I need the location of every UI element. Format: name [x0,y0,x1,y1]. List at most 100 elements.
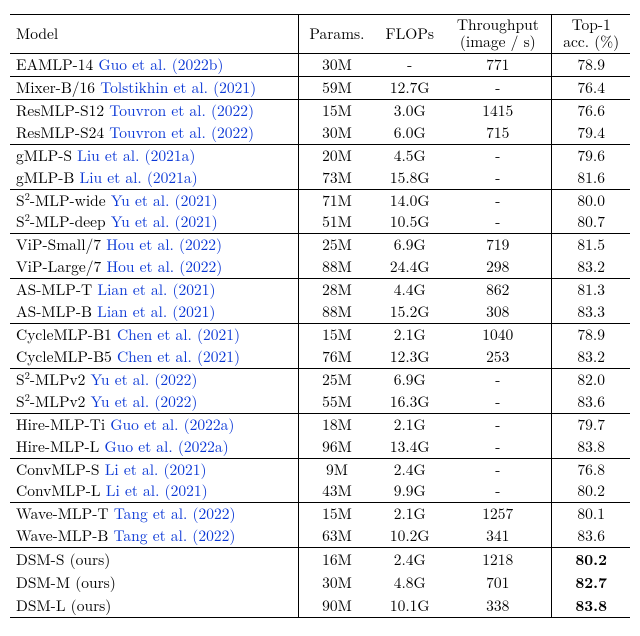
citation-link[interactable]: Yu et al. (2021) [111,190,218,211]
cell-model: ResMLP-S24 Touvron et al. (2022) [10,122,298,144]
cell-top1: 80.2 [552,480,630,502]
table-row: DSM-S (ours)16M2.4G121880.2 [10,548,630,571]
table-row: Wave-MLP-B Tang et al. (2022)63M10.2G341… [10,525,630,547]
cell-throughput: 341 [444,525,552,547]
cell-params: 90M [298,594,375,617]
cell-params: 25M [298,368,375,390]
cell-top1: 78.9 [552,324,630,346]
cell-model: gMLP-B Liu et al. (2021a) [10,167,298,189]
cell-model: CycleMLP-B1 Chen et al. (2021) [10,324,298,346]
cell-flops: 10.5G [375,211,444,233]
table-row: S2-MLPv2 Yu et al. (2022)25M6.9G-82.0 [10,368,630,390]
cell-params: 88M [298,301,375,323]
cell-params: 28M [298,279,375,301]
cell-top1: 82.7 [552,571,630,594]
cell-params: 76M [298,346,375,368]
citation-link[interactable]: Tang et al. (2022) [114,525,236,546]
cell-params: 30M [298,53,375,76]
col-flops-label: FLOPs [385,23,434,44]
cell-throughput: - [444,144,552,166]
cell-flops: 10.2G [375,525,444,547]
citation-link[interactable]: Guo et al. (2022b) [98,54,223,75]
cell-params: 88M [298,256,375,278]
cell-params: 15M [298,99,375,121]
table-row: S2-MLP-deep Yu et al. (2021)51M10.5G-80.… [10,211,630,233]
citation-link[interactable]: Li et al. (2021) [106,480,208,501]
table-row: ResMLP-S12 Touvron et al. (2022)15M3.0G1… [10,99,630,121]
cell-top1: 80.0 [552,189,630,211]
cell-top1: 83.3 [552,301,630,323]
cell-flops: 2.1G [375,413,444,435]
cell-model: Mixer-B/16 Tolstikhin et al. (2021) [10,76,298,99]
cell-top1: 81.5 [552,234,630,256]
cell-flops: 10.1G [375,594,444,617]
citation-link[interactable]: Yu et al. (2022) [91,369,198,390]
col-model: Model [10,15,298,54]
cell-throughput: 719 [444,234,552,256]
cell-top1: 81.3 [552,279,630,301]
col-model-label: Model [16,23,58,44]
cell-throughput: 253 [444,346,552,368]
cell-model: gMLP-S Liu et al. (2021a) [10,144,298,166]
citation-link[interactable]: Touvron et al. (2022) [109,100,254,121]
col-throughput: Throughput (image / s) [444,15,552,54]
citation-link[interactable]: Liu et al. (2021a) [80,167,198,188]
cell-throughput: - [444,211,552,233]
cell-params: 73M [298,167,375,189]
citation-link[interactable]: Guo et al. (2022a) [105,436,229,457]
cell-top1: 79.4 [552,122,630,144]
cell-flops: 6.9G [375,368,444,390]
table-row: AS-MLP-T Lian et al. (2021)28M4.4G86281.… [10,279,630,301]
cell-flops: 13.4G [375,436,444,458]
citation-link[interactable]: Tang et al. (2022) [114,503,236,524]
table-row: DSM-M (ours)30M4.8G70182.7 [10,571,630,594]
cell-params: 59M [298,76,375,99]
citation-link[interactable]: Touvron et al. (2022) [109,122,254,143]
citation-link[interactable]: Yu et al. (2021) [111,211,218,232]
citation-link[interactable]: Tolstikhin et al. (2021) [100,77,256,98]
citation-link[interactable]: Li et al. (2021) [105,459,207,480]
cell-params: 15M [298,324,375,346]
cell-top1: 83.8 [552,594,630,617]
cell-model: AS-MLP-B Lian et al. (2021) [10,301,298,323]
cell-flops: 12.7G [375,76,444,99]
cell-flops: 2.4G [375,458,444,480]
citation-link[interactable]: Yu et al. (2022) [91,391,198,412]
cell-top1: 80.7 [552,211,630,233]
cell-flops: 15.8G [375,167,444,189]
cell-throughput: 715 [444,122,552,144]
cell-top1: 78.9 [552,53,630,76]
citation-link[interactable]: Hou et al. (2022) [106,256,222,277]
cell-model: Wave-MLP-B Tang et al. (2022) [10,525,298,547]
table-body: EAMLP-14 Guo et al. (2022b)30M-77178.9Mi… [10,53,630,617]
cell-throughput: 701 [444,571,552,594]
table-row: S2-MLPv2 Yu et al. (2022)55M16.3G-83.6 [10,391,630,413]
table-row: ConvMLP-S Li et al. (2021)9M2.4G-76.8 [10,458,630,480]
col-throughput-l2: (image / s) [460,31,536,52]
citation-link[interactable]: Chen et al. (2021) [117,346,240,367]
table-row: Mixer-B/16 Tolstikhin et al. (2021)59M12… [10,76,630,99]
citation-link[interactable]: Guo et al. (2022a) [110,414,234,435]
cell-params: 51M [298,211,375,233]
results-table: Model Params. FLOPs Throughput (image / … [10,14,630,618]
citation-link[interactable]: Chen et al. (2021) [117,324,240,345]
cell-top1: 83.8 [552,436,630,458]
cell-flops: - [375,53,444,76]
cell-model: ResMLP-S12 Touvron et al. (2022) [10,99,298,121]
cell-params: 25M [298,234,375,256]
cell-top1: 79.7 [552,413,630,435]
cell-throughput: - [444,189,552,211]
cell-throughput: 1040 [444,324,552,346]
citation-link[interactable]: Lian et al. (2021) [97,279,215,300]
table-row: S2-MLP-wide Yu et al. (2021)71M14.0G-80.… [10,189,630,211]
cell-throughput: 298 [444,256,552,278]
table-row: gMLP-B Liu et al. (2021a)73M15.8G-81.6 [10,167,630,189]
citation-link[interactable]: Hou et al. (2022) [106,234,222,255]
cell-flops: 15.2G [375,301,444,323]
cell-flops: 4.5G [375,144,444,166]
table-row: ViP-Small/7 Hou et al. (2022)25M6.9G7198… [10,234,630,256]
citation-link[interactable]: Lian et al. (2021) [97,301,215,322]
citation-link[interactable]: Liu et al. (2021a) [77,145,195,166]
cell-model: CycleMLP-B5 Chen et al. (2021) [10,346,298,368]
table-row: gMLP-S Liu et al. (2021a)20M4.5G-79.6 [10,144,630,166]
